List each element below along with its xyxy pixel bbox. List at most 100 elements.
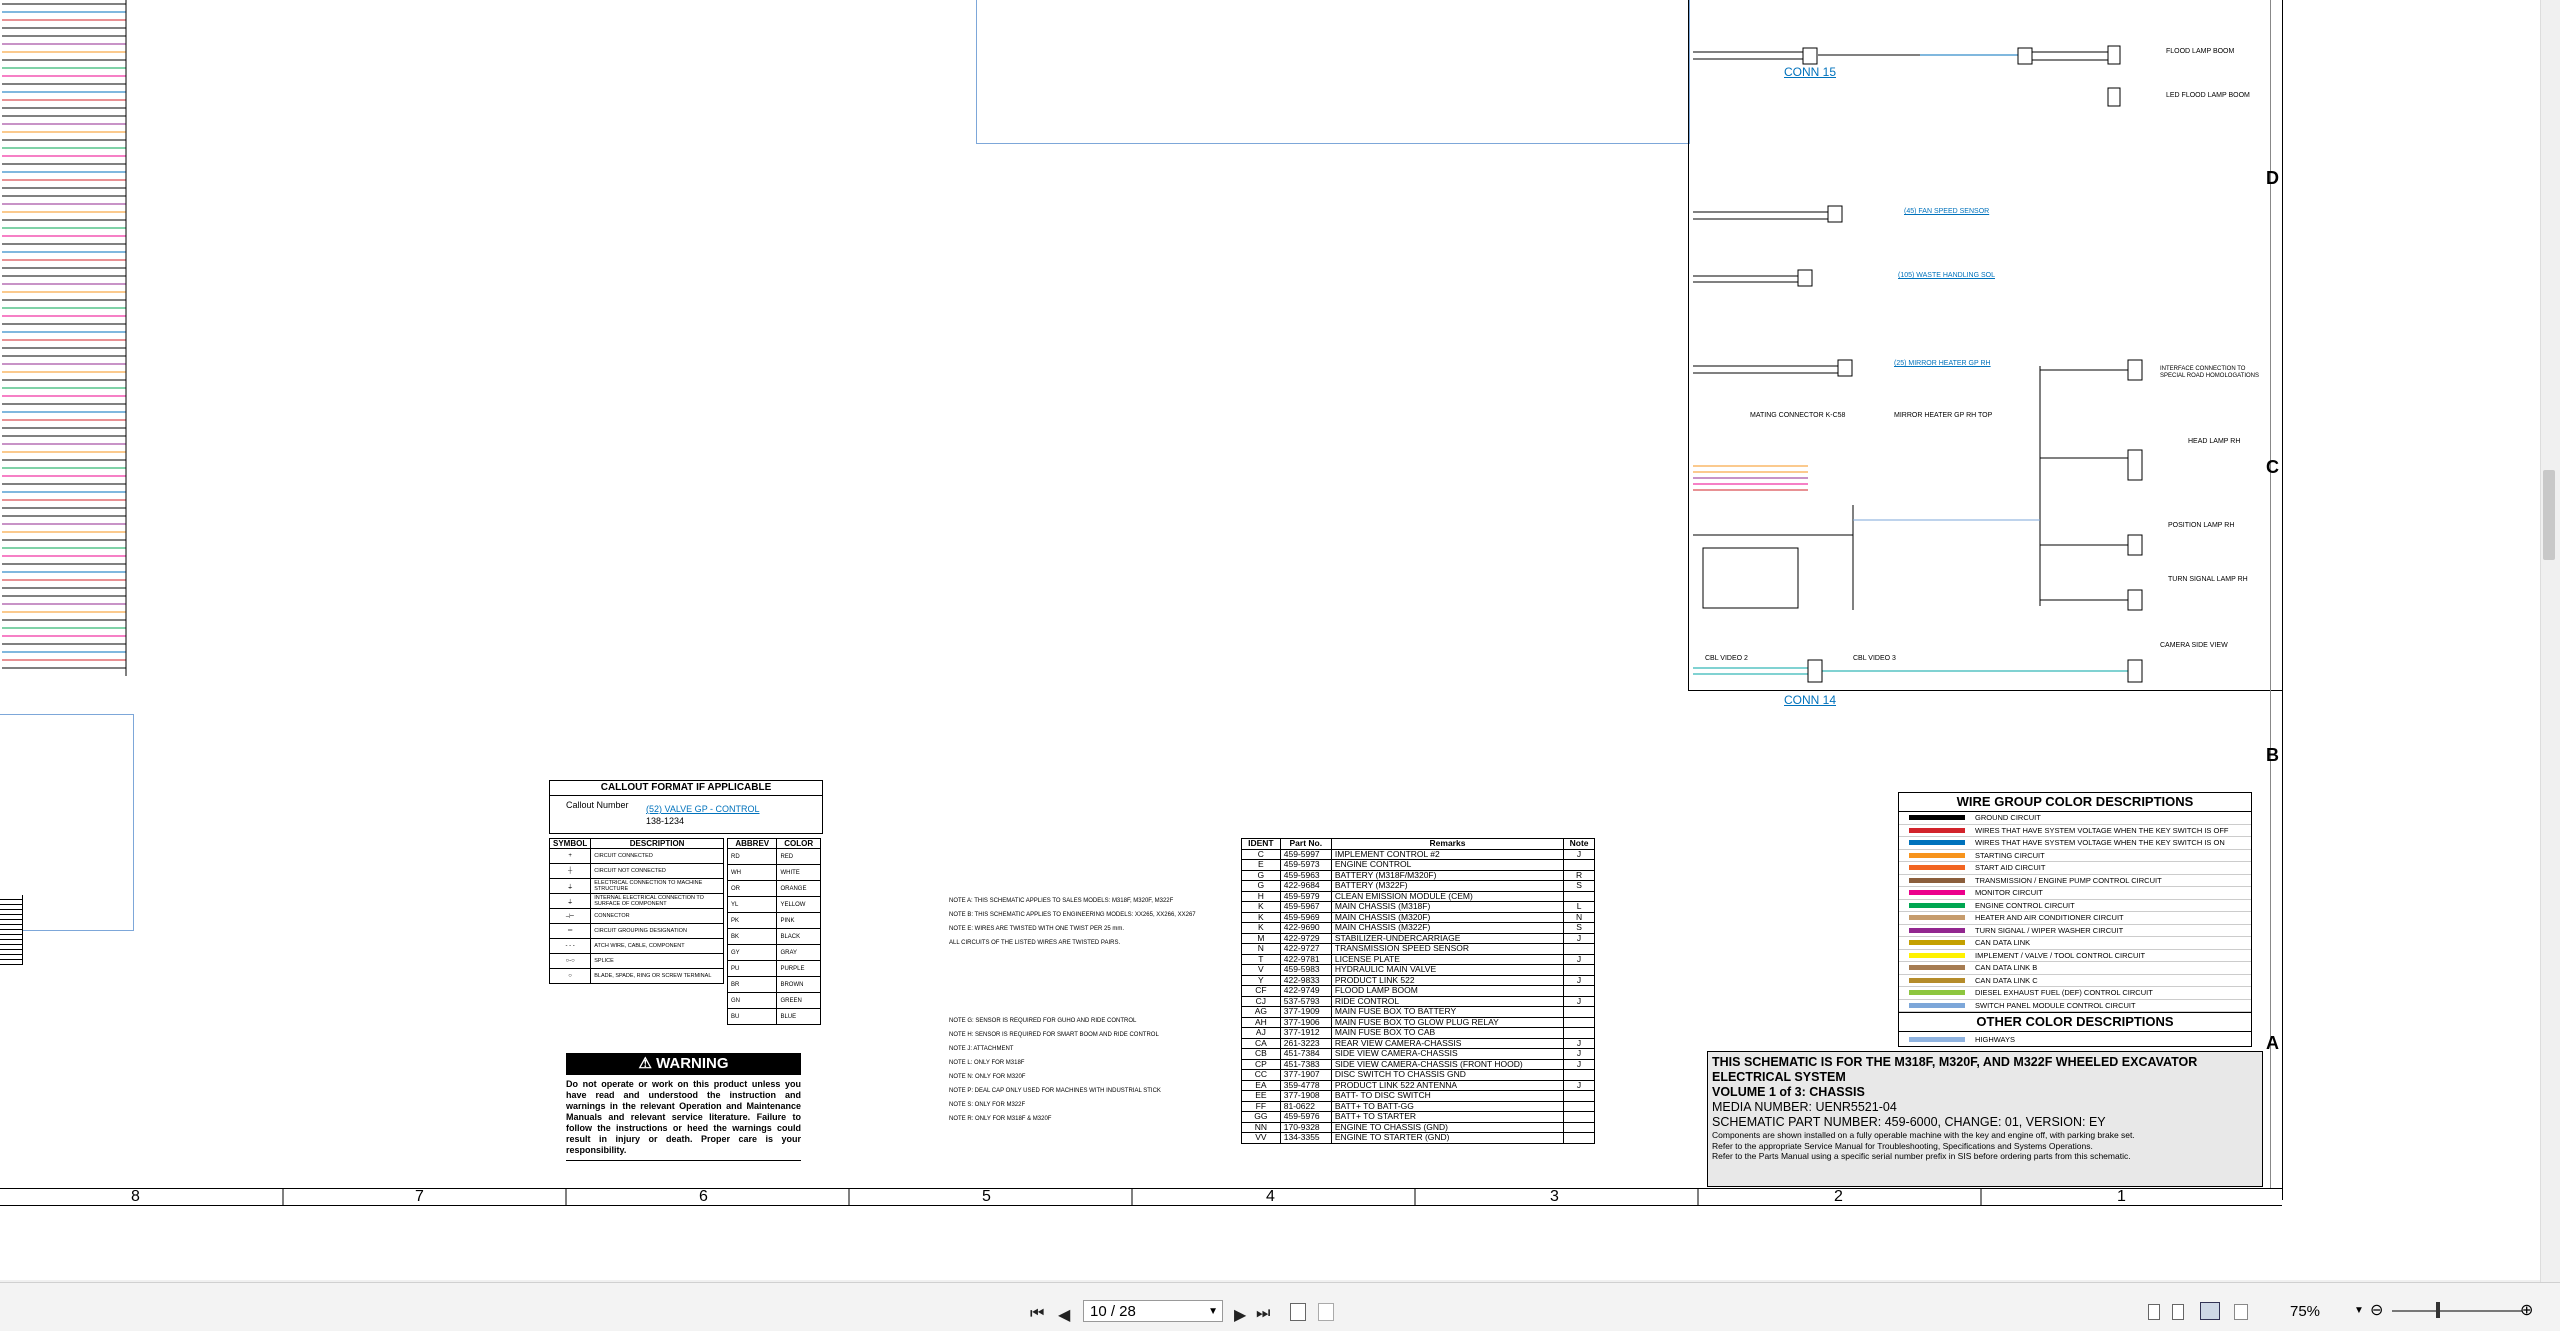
fan-speed-link[interactable]: (45) FAN SPEED SENSOR <box>1904 208 1989 216</box>
wire-group-row: WIRES THAT HAVE SYSTEM VOLTAGE WHEN THE … <box>1899 825 2251 837</box>
parts-cell: FF <box>1241 1100 1281 1112</box>
wire-color-swatch <box>1909 890 1965 896</box>
callout-valve-link[interactable]: (52) VALVE GP - CONTROL <box>646 805 760 814</box>
conn14-label[interactable]: CONN 14 <box>1784 694 1836 706</box>
parts-row: CF 422-9749 FLOOD LAMP BOOM <box>1241 985 1595 997</box>
scroll-view-icon[interactable] <box>2234 1304 2248 1320</box>
callout-part-number: 138-1234 <box>646 816 685 826</box>
page-dropdown-icon[interactable]: ▼ <box>1208 1301 1218 1323</box>
color-cell: BLACK <box>776 928 821 945</box>
wire-group-label: CAN DATA LINK <box>1975 938 2031 948</box>
symbol-glyph-icon: - - - <box>548 938 592 954</box>
fit-page-icon[interactable] <box>1290 1303 1306 1321</box>
parts-cell: BATTERY (M322F) <box>1330 880 1565 892</box>
schematic-note: NOTE B: THIS SCHEMATIC APPLIES TO ENGINE… <box>949 912 1196 918</box>
wire-color-swatch <box>1909 940 1965 946</box>
parts-cell: GG <box>1241 1111 1281 1123</box>
color-abbrev-table: ABBREV COLOR RD RED WH WHITE OR ORANGE YL YELLO… <box>726 838 821 1025</box>
parts-cell: BATT- TO DISC SWITCH <box>1330 1090 1565 1102</box>
symbol-glyph-icon: + <box>548 848 592 864</box>
parts-cell: MAIN FUSE BOX TO CAB <box>1330 1027 1565 1039</box>
continuous-view-icon[interactable] <box>2172 1304 2184 1320</box>
parts-row: H 459-5979 CLEAN EMISSION MODULE (CEM) <box>1241 890 1595 902</box>
schematic-note: NOTE P: DEAL CAP ONLY USED FOR MACHINES … <box>949 1088 1161 1094</box>
first-page-icon[interactable]: ⏮ <box>1030 1305 1044 1323</box>
zoom-dropdown-icon[interactable]: ▼ <box>2354 1305 2364 1316</box>
abbrev-header: ABBREV <box>726 838 778 849</box>
schematic-note: NOTE R: ONLY FOR M318F & M320F <box>949 1116 1052 1122</box>
mating-connector-label: MATING CONNECTOR K-C58 <box>1750 412 1846 419</box>
parts-cell: 377-1907 <box>1279 1069 1332 1081</box>
parts-row: CP 451-7383 SIDE VIEW CAMERA-CHASSIS (FRON… <box>1241 1058 1595 1070</box>
parts-cell: L <box>1563 901 1595 913</box>
parts-cell: 459-5976 <box>1279 1111 1332 1123</box>
parts-row: NN 170-9328 ENGINE TO CHASSIS (GND) <box>1241 1121 1595 1133</box>
parts-cell <box>1563 1090 1595 1102</box>
vertical-scroll-thumb[interactable] <box>2543 470 2555 560</box>
parts-cell: T <box>1241 953 1281 965</box>
wire-color-swatch <box>1909 927 1965 933</box>
note-header: Note <box>1563 838 1595 850</box>
parts-cell: 134-3355 <box>1279 1132 1332 1144</box>
vertical-scrollbar[interactable] <box>2540 0 2560 1282</box>
parts-row: EA 359-4778 PRODUCT LINK 522 ANTENNA J <box>1241 1079 1595 1091</box>
wire-group-row: GROUND CIRCUIT <box>1899 812 2251 825</box>
color-abbrev-row: BR BROWN <box>726 976 821 993</box>
parts-cell: 377-1912 <box>1279 1027 1332 1039</box>
parts-row: AJ 377-1912 MAIN FUSE BOX TO CAB <box>1241 1027 1595 1039</box>
color-abbrev-row: PK PINK <box>726 912 821 929</box>
parts-cell: 537-5793 <box>1279 995 1332 1007</box>
title-line8: Refer to the Parts Manual using a specif… <box>1712 1151 2131 1161</box>
wire-group-row: MONITOR CIRCUIT <box>1899 887 2251 900</box>
parts-cell: 359-4778 <box>1279 1079 1332 1091</box>
zoom-in-icon[interactable]: ⊕ <box>2520 1300 2533 1320</box>
zoom-out-icon[interactable]: ⊖ <box>2370 1300 2383 1320</box>
mirror-heater-link[interactable]: (25) MIRROR HEATER GP RH <box>1894 360 1991 368</box>
parts-cell: N <box>1241 943 1281 955</box>
waste-sol-link[interactable]: (105) WASTE HANDLING SOL <box>1898 272 1995 280</box>
page-number-field[interactable]: 10 / 28 ▼ <box>1083 1300 1223 1322</box>
wire-group-row: IMPLEMENT / VALVE / TOOL CONTROL CIRCUIT <box>1899 950 2251 962</box>
wire-group-title: WIRE GROUP COLOR DESCRIPTIONS <box>1899 793 2251 812</box>
parts-cell <box>1563 1006 1595 1018</box>
single-page-view-icon[interactable] <box>2148 1304 2160 1320</box>
other-color-row: HIGHWAYS <box>1899 1032 2251 1046</box>
mirror-heater-top-label: MIRROR HEATER GP RH TOP <box>1894 412 1993 419</box>
section-frame-top <box>976 0 1690 144</box>
color-abbrev-row: YL YELLOW <box>726 896 821 913</box>
prev-page-icon[interactable]: ◀ <box>1058 1305 1070 1325</box>
parts-cell: CLEAN EMISSION MODULE (CEM) <box>1330 890 1565 902</box>
next-page-icon[interactable]: ▶ <box>1234 1305 1246 1325</box>
zoom-level[interactable]: 75% <box>2290 1303 2320 1320</box>
zoom-slider[interactable] <box>2392 1310 2522 1312</box>
row-label-d: D <box>2266 168 2279 188</box>
parts-cell: 422-9781 <box>1279 953 1332 965</box>
color-cell: GRAY <box>776 944 821 961</box>
two-page-view-icon[interactable] <box>2200 1302 2220 1320</box>
schematic-right-wires <box>1693 45 2143 683</box>
parts-cell: CC <box>1241 1069 1281 1081</box>
parts-cell <box>1563 1132 1595 1144</box>
abbrev-cell: GN <box>726 992 778 1009</box>
parts-cell: AH <box>1241 1016 1281 1028</box>
parts-cell: R <box>1563 869 1595 881</box>
symbol-description: SPLICE <box>590 953 724 969</box>
color-abbrev-row: WH WHITE <box>726 864 821 881</box>
parts-cell: V <box>1241 964 1281 976</box>
parts-row: VV 134-3355 ENGINE TO STARTER (GND) <box>1241 1132 1595 1144</box>
parts-cell: RIDE CONTROL <box>1330 995 1565 1007</box>
remarks-header: Remarks <box>1330 838 1565 850</box>
warning-text: Do not operate or work on this product u… <box>566 1079 801 1161</box>
fit-width-icon[interactable] <box>1318 1303 1334 1321</box>
parts-cell: 422-9833 <box>1279 974 1332 986</box>
last-page-icon[interactable]: ⏭ <box>1256 1305 1270 1323</box>
conn15-label[interactable]: CONN 15 <box>1784 66 1836 78</box>
parts-cell: 459-5983 <box>1279 964 1332 976</box>
zoom-slider-thumb[interactable] <box>2436 1302 2440 1318</box>
parts-cell: ENGINE TO CHASSIS (GND) <box>1330 1121 1565 1133</box>
wire-color-swatch <box>1909 952 1965 958</box>
border-right <box>2282 0 2283 1200</box>
parts-cell: J <box>1563 995 1595 1007</box>
symbol-header: SYMBOL <box>548 838 592 849</box>
wire-color-swatch <box>1909 902 1965 908</box>
